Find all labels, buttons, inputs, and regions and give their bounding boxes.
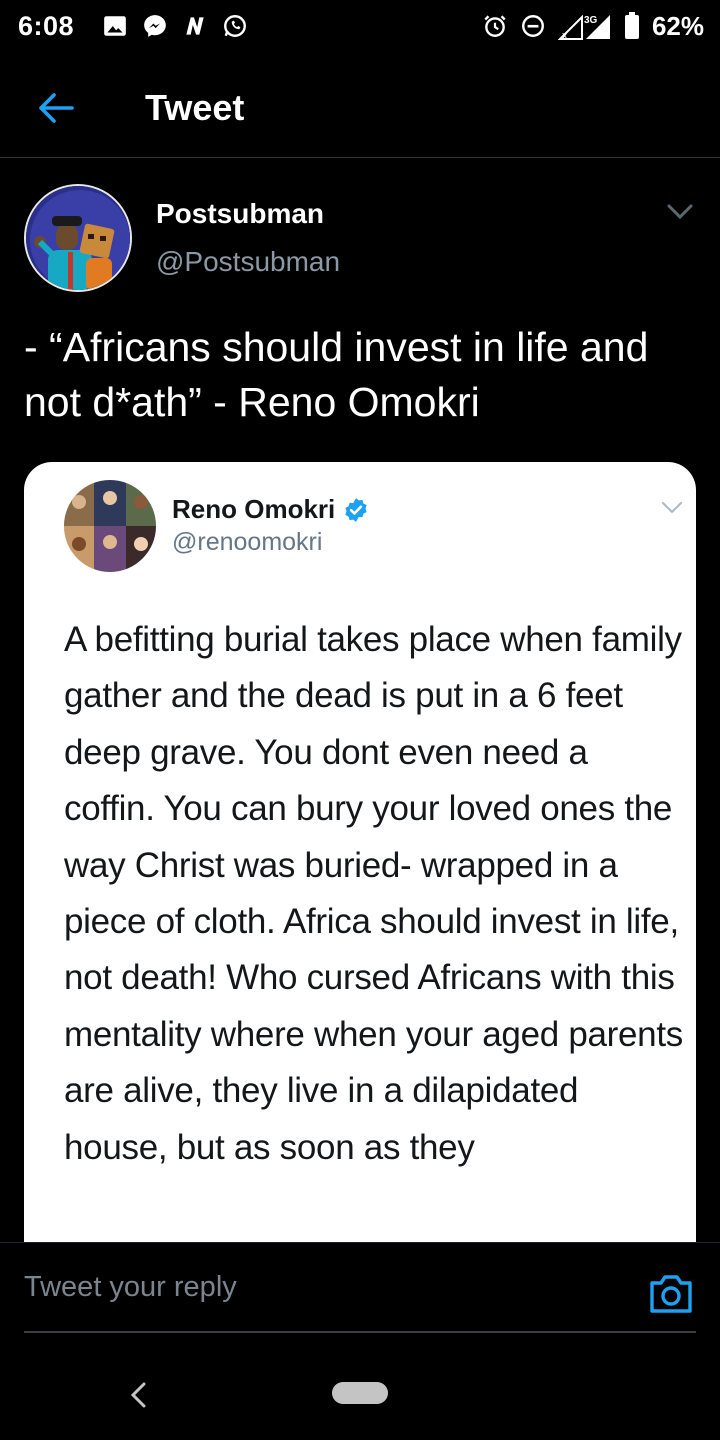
camera-icon[interactable] [648, 1273, 694, 1315]
arrow-left-icon [39, 92, 74, 123]
embedded-author-name-row: Reno Omokri [172, 494, 369, 525]
page-title: Tweet [145, 86, 245, 128]
embedded-author-avatar [64, 480, 156, 572]
battery-icon [624, 12, 639, 39]
status-right: x 3G 62% [482, 0, 704, 52]
notification-icons [102, 13, 248, 39]
system-nav-bar [0, 1350, 720, 1440]
verified-badge-icon [345, 497, 367, 522]
signal-icon: x 3G [557, 14, 610, 41]
battery-percent: 62% [651, 10, 704, 41]
status-bar: 6:08 x 3G 62% [0, 0, 720, 52]
tweet-image[interactable]: Reno Omokri @renoomokri A befitting buri… [24, 462, 696, 1262]
whatsapp-icon [224, 15, 246, 37]
svg-text:x: x [562, 30, 568, 41]
alarm-icon [484, 15, 506, 37]
embedded-chevron-down-icon [662, 502, 682, 514]
svg-text:3G: 3G [584, 15, 598, 26]
author-name[interactable]: Postsubman [156, 198, 324, 230]
reply-input[interactable] [24, 1243, 624, 1331]
tweet-text: - “Africans should invest in life and no… [24, 324, 649, 425]
chevron-left-icon[interactable] [126, 1380, 152, 1410]
home-pill-icon[interactable] [332, 1382, 388, 1404]
image-icon [104, 16, 126, 36]
embedded-tweet-text: A befitting burial takes place when fami… [64, 620, 683, 1167]
embedded-author-name: Reno Omokri [172, 494, 336, 524]
app-header: Tweet [0, 58, 720, 158]
author-avatar[interactable] [24, 184, 132, 292]
status-time: 6:08 [18, 10, 75, 41]
embedded-author-handle: @renoomokri [172, 528, 323, 556]
reply-bar [0, 1242, 720, 1342]
author-handle[interactable]: @Postsubman [156, 246, 340, 278]
back-button[interactable] [0, 58, 112, 158]
do-not-disturb-icon [522, 15, 544, 37]
n-app-icon [186, 17, 204, 35]
chevron-down-icon[interactable] [666, 202, 694, 222]
messenger-icon [144, 15, 166, 37]
tweet-author: Postsubman @Postsubman [24, 184, 704, 294]
reply-underline [24, 1331, 696, 1333]
